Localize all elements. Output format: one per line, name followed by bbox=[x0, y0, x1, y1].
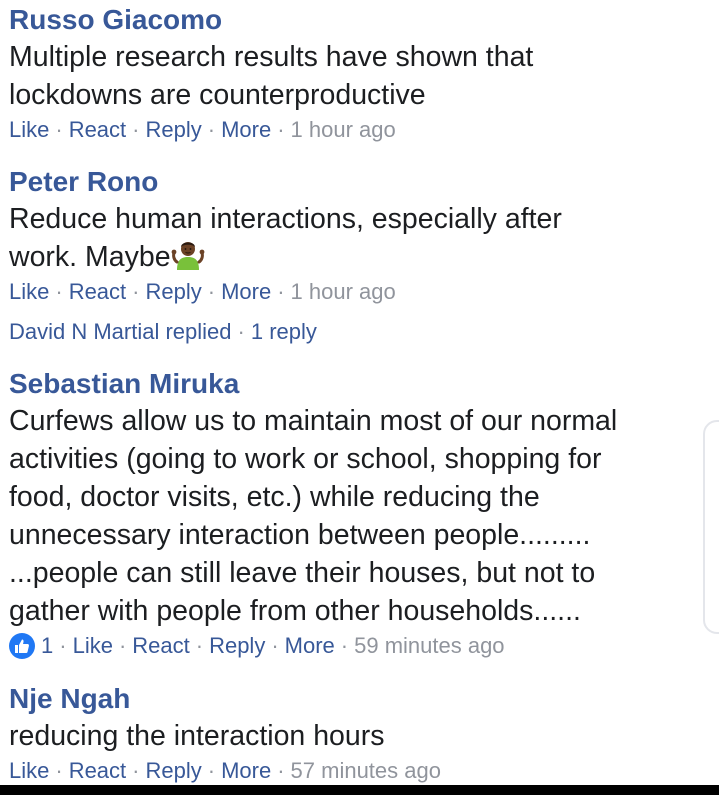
comment-text-line: gather with people from other households… bbox=[9, 595, 581, 627]
separator-dot: · bbox=[132, 758, 140, 783]
comment: Nje Ngah reducing the interaction hours … bbox=[9, 681, 719, 787]
separator-dot: · bbox=[55, 758, 63, 783]
comment: Peter Rono Reduce human interactions, es… bbox=[9, 164, 719, 348]
comment-text-line: Reduce human interactions, especially af… bbox=[9, 203, 562, 235]
react-link[interactable]: React bbox=[69, 755, 126, 787]
comment-author[interactable]: Peter Rono bbox=[9, 164, 719, 200]
separator-dot: · bbox=[277, 117, 285, 142]
comment-text-line: reducing the interaction hours bbox=[9, 720, 385, 752]
comment-actions: 1 · Like · React · Reply · More · 59 min… bbox=[9, 630, 719, 662]
separator-dot: · bbox=[237, 319, 245, 344]
comment-text-line-with-emoji: work. Maybe bbox=[9, 238, 719, 276]
separator-dot: · bbox=[340, 633, 349, 658]
like-link[interactable]: Like bbox=[73, 630, 113, 662]
like-link[interactable]: Like bbox=[9, 276, 49, 308]
more-link[interactable]: More bbox=[221, 755, 271, 787]
comment-timestamp[interactable]: 59 minutes ago bbox=[354, 630, 504, 662]
side-panel-handle[interactable] bbox=[703, 420, 719, 634]
comment-text-line: activities (going to work or school, sho… bbox=[9, 443, 602, 475]
more-link[interactable]: More bbox=[221, 114, 271, 146]
bottom-edge-bar bbox=[0, 785, 719, 795]
comment-timestamp[interactable]: 1 hour ago bbox=[291, 276, 396, 308]
comment-text-line: Curfews allow us to maintain most of our… bbox=[9, 405, 618, 437]
comment-text-line: ...people can still leave their houses, … bbox=[9, 557, 596, 589]
reply-count[interactable]: 1 reply bbox=[251, 319, 317, 344]
comment-author[interactable]: Russo Giacomo bbox=[9, 2, 719, 38]
comment-author[interactable]: Sebastian Miruka bbox=[9, 366, 719, 402]
separator-dot: · bbox=[207, 279, 216, 304]
separator-dot: · bbox=[118, 633, 127, 658]
comment-text-line: Multiple research results have shown tha… bbox=[9, 41, 534, 73]
react-link[interactable]: React bbox=[69, 276, 126, 308]
separator-dot: · bbox=[55, 117, 63, 142]
separator-dot: · bbox=[277, 758, 285, 783]
reply-link[interactable]: Reply bbox=[146, 276, 202, 308]
like-link[interactable]: Like bbox=[9, 755, 49, 787]
reply-link[interactable]: Reply bbox=[209, 630, 265, 662]
separator-dot: · bbox=[55, 279, 63, 304]
reply-link[interactable]: Reply bbox=[146, 755, 202, 787]
comment-author[interactable]: Nje Ngah bbox=[9, 681, 719, 717]
like-thumb-icon[interactable] bbox=[9, 633, 35, 659]
separator-dot: · bbox=[271, 633, 279, 658]
separator-dot: · bbox=[207, 758, 216, 783]
reply-link[interactable]: Reply bbox=[146, 114, 202, 146]
replier-name[interactable]: David N Martial replied bbox=[9, 319, 232, 344]
more-link[interactable]: More bbox=[221, 276, 271, 308]
comment-text-line: food, doctor visits, etc.) while reducin… bbox=[9, 481, 540, 513]
comment-actions: Like · React · Reply · More · 57 minutes… bbox=[9, 755, 719, 787]
comment-timestamp[interactable]: 1 hour ago bbox=[291, 114, 396, 146]
comment-text-line: unnecessary interaction between people..… bbox=[9, 519, 591, 551]
comment-actions: Like · React · Reply · More · 1 hour ago bbox=[9, 276, 719, 308]
like-link[interactable]: Like bbox=[9, 114, 49, 146]
comment-text-fragment: work. Maybe bbox=[9, 241, 171, 273]
comment-actions: Like · React · Reply · More · 1 hour ago bbox=[9, 114, 719, 146]
comment: Russo Giacomo Multiple research results … bbox=[9, 2, 719, 146]
separator-dot: · bbox=[59, 633, 67, 658]
separator-dot: · bbox=[277, 279, 285, 304]
react-link[interactable]: React bbox=[69, 114, 126, 146]
comment-timestamp[interactable]: 57 minutes ago bbox=[291, 755, 441, 787]
person-shrugging-emoji bbox=[171, 238, 205, 272]
reaction-count[interactable]: 1 bbox=[41, 630, 53, 662]
view-replies-link[interactable]: David N Martial replied · 1 reply bbox=[9, 316, 719, 348]
separator-dot: · bbox=[132, 117, 140, 142]
separator-dot: · bbox=[207, 117, 216, 142]
comment-text-line: lockdowns are counterproductive bbox=[9, 79, 426, 111]
separator-dot: · bbox=[195, 633, 204, 658]
comment: Sebastian Miruka Curfews allow us to mai… bbox=[9, 366, 719, 662]
more-link[interactable]: More bbox=[285, 630, 335, 662]
separator-dot: · bbox=[132, 279, 140, 304]
react-link[interactable]: React bbox=[132, 630, 189, 662]
